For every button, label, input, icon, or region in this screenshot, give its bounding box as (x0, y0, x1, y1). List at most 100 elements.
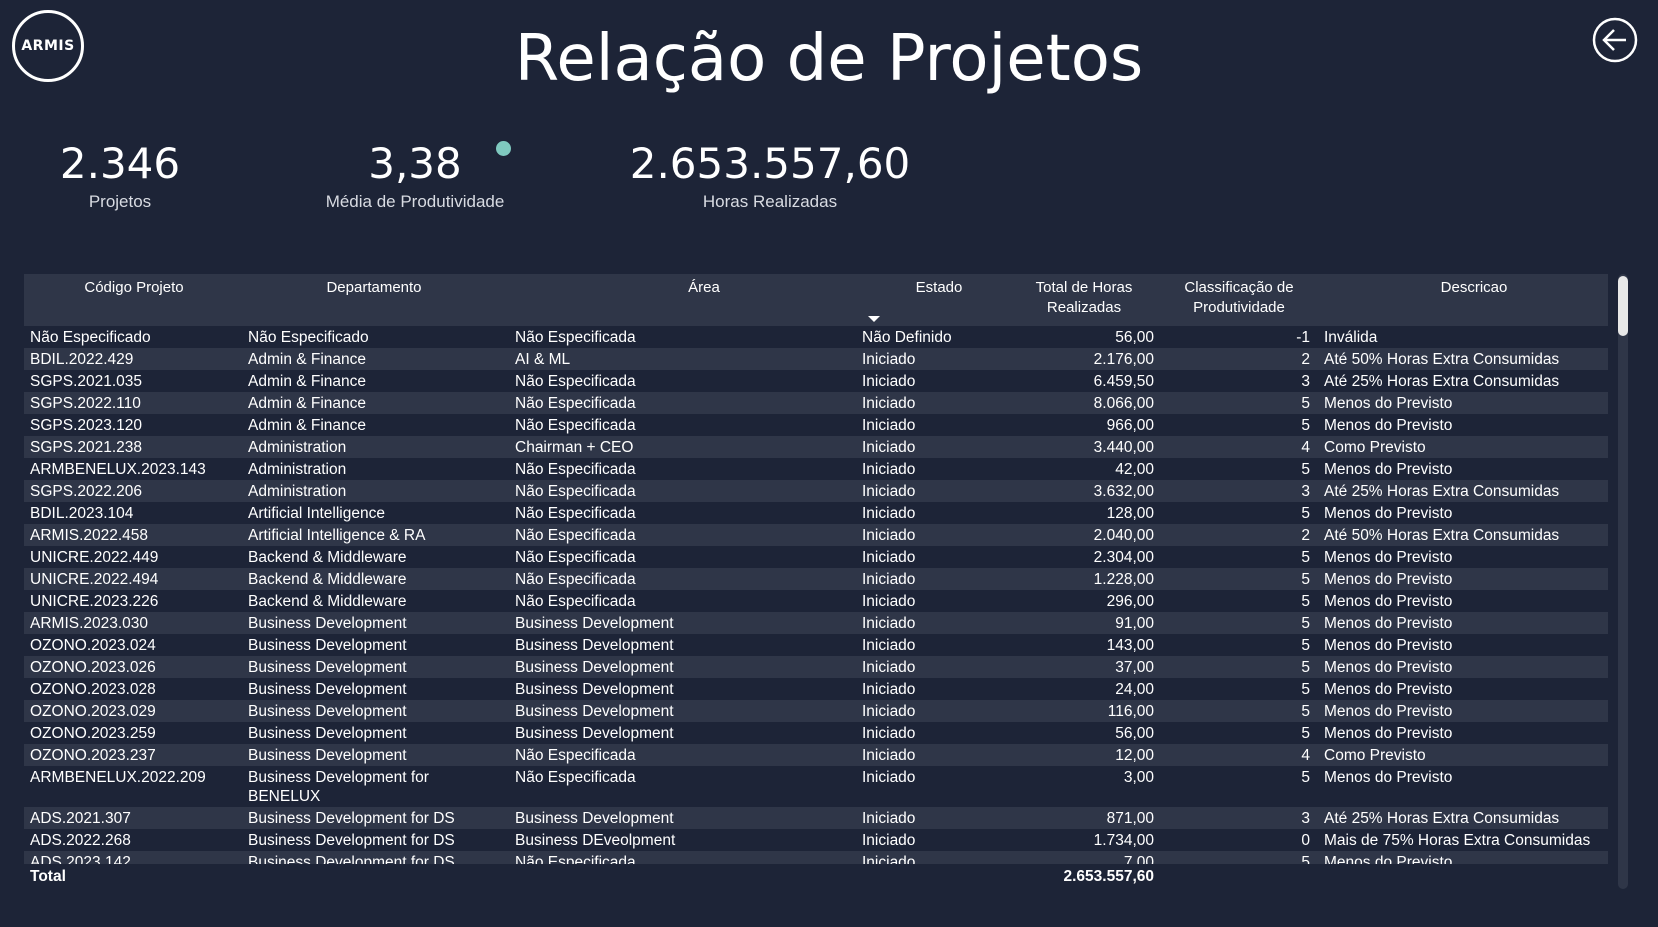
cell-dept: Business Development (248, 703, 407, 720)
cell-desc: Como Previsto (1324, 747, 1426, 764)
table-row[interactable]: OZONO.2023.024 Business Development Busine… (24, 634, 1608, 656)
cell-code: ARMIS.2023.030 (30, 615, 149, 632)
cell-code: SGPS.2021.035 (30, 373, 143, 390)
table-row[interactable]: BDIL.2023.104 Artificial Intelligence Não … (24, 502, 1608, 524)
cell-area: Não Especificada (515, 527, 636, 544)
kpi-projetos-label: Projetos (88, 192, 152, 211)
cell-code: OZONO.2023.029 (30, 703, 156, 720)
cell-estado: Iniciado (862, 854, 916, 864)
kpi-horas-value: 2.653.557,60 (629, 139, 911, 188)
cell-code: Não Especificado (30, 329, 151, 346)
table-row[interactable]: ARMBENELUX.2023.143 Administration Não Esp… (24, 458, 1608, 480)
cell-dept: Artificial Intelligence & RA (248, 527, 426, 544)
cell-class: 4 (1301, 747, 1310, 764)
cell-horas: 116,00 (1107, 703, 1154, 720)
cell-class: 0 (1301, 832, 1310, 849)
cell-estado: Iniciado (862, 461, 916, 478)
back-arrow-icon[interactable] (1592, 17, 1638, 63)
cell-area: Não Especificada (515, 483, 636, 500)
cell-desc: Menos do Previsto (1324, 854, 1453, 864)
table-row[interactable]: UNICRE.2022.494 Backend & Middleware Não E… (24, 568, 1608, 590)
cell-dept: Admin & Finance (248, 395, 367, 412)
table-row[interactable]: SGPS.2022.110 Admin & Finance Não Especifi… (24, 392, 1608, 414)
table-row[interactable]: ADS.2023.142 Business Development for DS N… (24, 851, 1608, 864)
projects-table: Código Projeto Departamento Área Estado … (24, 274, 1608, 889)
cell-horas: 871,00 (1106, 810, 1154, 827)
cell-desc: Menos do Previsto (1324, 725, 1453, 742)
header-area[interactable]: Área (654, 278, 754, 298)
cell-code: OZONO.2023.026 (30, 659, 156, 676)
table-scrollbar[interactable] (1618, 274, 1628, 889)
table-row[interactable]: OZONO.2023.029 Business Development Busine… (24, 700, 1608, 722)
cell-horas: 12,00 (1115, 747, 1154, 764)
table-row[interactable]: SGPS.2021.238 Administration Chairman + CE… (24, 436, 1608, 458)
table-row[interactable]: OZONO.2023.237 Business Development Não Es… (24, 744, 1608, 766)
cell-dept: Business Development for BENELUX (248, 769, 429, 805)
table-body: Não Especificado Não Especificado Não Espe… (24, 326, 1608, 864)
table-row[interactable]: UNICRE.2023.226 Backend & Middleware Não E… (24, 590, 1608, 612)
cell-class: 5 (1301, 571, 1310, 588)
cell-estado: Iniciado (862, 615, 916, 632)
table-row[interactable]: OZONO.2023.259 Business Development Busine… (24, 722, 1608, 744)
table-row[interactable]: OZONO.2023.028 Business Development Busine… (24, 678, 1608, 700)
cell-class: 3 (1301, 373, 1310, 390)
cell-class: 5 (1301, 549, 1310, 566)
cell-area: Business Development (515, 725, 674, 742)
cell-dept: Business Development (248, 637, 407, 654)
cell-code: OZONO.2023.024 (30, 637, 156, 654)
cell-class: 5 (1301, 417, 1310, 434)
header-total-horas[interactable]: Total de Horas Realizadas (1009, 278, 1159, 318)
cell-code: UNICRE.2022.494 (30, 571, 159, 588)
indicator-dot (496, 141, 511, 156)
header-departamento[interactable]: Departamento (274, 278, 474, 298)
table-row[interactable]: SGPS.2021.035 Admin & Finance Não Especifi… (24, 370, 1608, 392)
cell-estado: Iniciado (862, 810, 916, 827)
cell-code: ADS.2022.268 (30, 832, 131, 849)
cell-estado: Iniciado (862, 527, 916, 544)
cell-desc: Mais de 75% Horas Extra Consumidas (1324, 832, 1591, 849)
cell-desc: Inválida (1324, 329, 1378, 346)
cell-estado: Iniciado (862, 373, 916, 390)
cell-horas: 143,00 (1106, 637, 1154, 654)
cell-horas: 7,00 (1123, 854, 1154, 864)
cell-dept: Administration (248, 461, 347, 478)
scrollbar-thumb[interactable] (1618, 276, 1628, 336)
cell-class: 2 (1301, 527, 1310, 544)
table-row[interactable]: Não Especificado Não Especificado Não Espe… (24, 326, 1608, 348)
table-row[interactable]: SGPS.2022.206 Administration Não Especific… (24, 480, 1608, 502)
cell-area: Business Development (515, 637, 674, 654)
cell-code: OZONO.2023.237 (30, 747, 156, 764)
cell-desc: Menos do Previsto (1324, 703, 1453, 720)
cell-horas: 3.632,00 (1093, 483, 1154, 500)
cell-code: ADS.2023.142 (30, 854, 131, 864)
table-row[interactable]: BDIL.2022.429 Admin & Finance AI & ML Inici… (24, 348, 1608, 370)
table-row[interactable]: ARMIS.2023.030 Business Development Busine… (24, 612, 1608, 634)
cell-estado: Iniciado (862, 505, 916, 522)
table-row[interactable]: ADS.2021.307 Business Development for DS B… (24, 807, 1608, 829)
cell-area: Não Especificada (515, 329, 636, 346)
header-classificacao[interactable]: Classificação de Produtividade (1154, 278, 1324, 318)
table-row[interactable]: OZONO.2023.026 Business Development Busine… (24, 656, 1608, 678)
cell-dept: Business Development (248, 659, 407, 676)
header-estado[interactable]: Estado (894, 278, 984, 298)
cell-area: Não Especificada (515, 505, 636, 522)
cell-estado: Iniciado (862, 747, 916, 764)
cell-dept: Admin & Finance (248, 417, 367, 434)
cell-estado: Iniciado (862, 483, 916, 500)
table-row[interactable]: SGPS.2023.120 Admin & Finance Não Especifi… (24, 414, 1608, 436)
cell-horas: 24,00 (1115, 681, 1154, 698)
cell-desc: Menos do Previsto (1324, 461, 1453, 478)
table-row[interactable]: ADS.2022.268 Business Development for DS B… (24, 829, 1608, 851)
table-row[interactable]: ARMBENELUX.2022.209 Business Development … (24, 766, 1608, 807)
cell-code: UNICRE.2023.226 (30, 593, 159, 610)
header-codigo[interactable]: Código Projeto (44, 278, 224, 298)
cell-area: Não Especificada (515, 854, 636, 864)
header-descricao[interactable]: Descricao (1424, 278, 1524, 298)
sort-desc-icon[interactable] (868, 316, 880, 322)
table-row[interactable]: ARMIS.2022.458 Artificial Intelligence & … (24, 524, 1608, 546)
cell-estado: Iniciado (862, 593, 916, 610)
table-row[interactable]: UNICRE.2022.449 Backend & Middleware Não E… (24, 546, 1608, 568)
cell-class: 4 (1301, 439, 1310, 456)
cell-class: 3 (1301, 483, 1310, 500)
cell-horas: 128,00 (1106, 505, 1154, 522)
